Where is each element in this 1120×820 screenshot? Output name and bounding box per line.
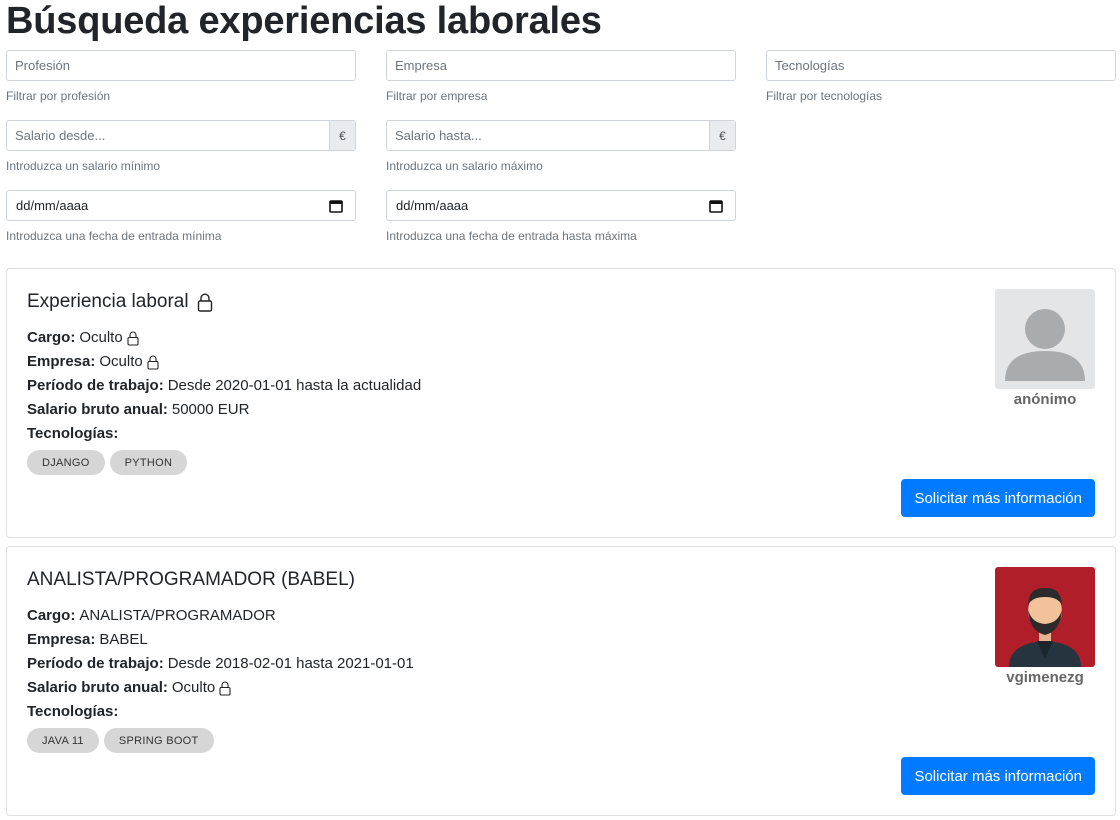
lock-icon xyxy=(197,293,212,312)
salary-to-filter[interactable]: € xyxy=(386,120,736,151)
euro-addon: € xyxy=(329,121,355,150)
default-avatar-icon xyxy=(1005,309,1085,381)
experience-title-text: Experiencia laboral xyxy=(27,291,189,312)
date-from-value[interactable]: dd/mm/aaaa xyxy=(16,191,88,220)
position-label: Cargo: xyxy=(27,329,76,346)
period-label: Período de trabajo: xyxy=(27,377,164,394)
period-label: Período de trabajo: xyxy=(27,655,164,672)
company-filter[interactable] xyxy=(386,50,736,81)
technology-tag: DJANGO xyxy=(27,450,105,475)
request-info-button[interactable]: Solicitar más información xyxy=(901,479,1095,517)
lock-icon xyxy=(147,355,159,370)
technology-tag: JAVA 11 xyxy=(27,728,99,753)
technologies-row: Tecnologías: xyxy=(27,702,118,722)
username: vgimenezg xyxy=(1006,669,1084,686)
salary-value: 50000 EUR xyxy=(171,401,250,418)
page-title: Búsqueda experiencias laborales xyxy=(6,0,602,42)
username: anónimo xyxy=(1013,391,1077,408)
salary-from-input[interactable] xyxy=(7,121,355,150)
technology-tags: JAVA 11 SPRING BOOT xyxy=(27,728,214,753)
date-to-filter[interactable]: dd/mm/aaaa xyxy=(386,190,736,221)
experience-title: Experiencia laboral xyxy=(27,291,213,313)
profession-input[interactable] xyxy=(7,51,355,80)
company-value: Oculto xyxy=(99,353,143,370)
position-value: ANALISTA/PROGRAMADOR xyxy=(79,607,276,624)
technology-tag: PYTHON xyxy=(109,450,188,475)
period-value: Desde 2018-02-01 hasta 2021-01-01 xyxy=(167,655,414,672)
date-from-help: Introduzca una fecha de entrada mínima xyxy=(6,229,222,243)
technology-tag: SPRING BOOT xyxy=(103,728,214,753)
date-to-help: Introduzca una fecha de entrada hasta má… xyxy=(386,229,637,243)
company-input[interactable] xyxy=(387,51,735,80)
date-from-filter[interactable]: dd/mm/aaaa xyxy=(6,190,356,221)
position-row: Cargo: ANALISTA/PROGRAMADOR xyxy=(27,606,276,626)
lock-icon xyxy=(219,681,231,696)
avatar xyxy=(995,289,1095,389)
company-row: Empresa: Oculto xyxy=(27,352,159,372)
period-value: Desde 2020-01-01 hasta la actualidad xyxy=(167,377,422,394)
company-value: BABEL xyxy=(99,631,148,648)
lock-icon xyxy=(127,331,139,346)
company-label: Empresa: xyxy=(27,353,96,370)
company-row: Empresa: BABEL xyxy=(27,630,148,650)
request-info-button[interactable]: Solicitar más información xyxy=(901,757,1095,795)
calendar-icon[interactable] xyxy=(329,199,343,213)
experience-card: Experiencia laboral Cargo: Oculto Empres… xyxy=(6,268,1116,538)
position-value: Oculto xyxy=(79,329,123,346)
company-label: Empresa: xyxy=(27,631,96,648)
period-row: Período de trabajo: Desde 2020-01-01 has… xyxy=(27,376,421,396)
date-to-value[interactable]: dd/mm/aaaa xyxy=(396,191,468,220)
experience-title: ANALISTA/PROGRAMADOR (BABEL) xyxy=(27,569,355,591)
position-row: Cargo: Oculto xyxy=(27,328,139,348)
profession-help: Filtrar por profesión xyxy=(6,89,111,103)
technologies-label: Tecnologías: xyxy=(27,425,119,442)
bearded-man-avatar xyxy=(1009,587,1081,667)
technologies-filter[interactable] xyxy=(766,50,1116,81)
technologies-help: Filtrar por tecnologías xyxy=(766,89,883,103)
salary-to-input[interactable] xyxy=(387,121,735,150)
profession-filter[interactable] xyxy=(6,50,356,81)
salary-row: Salario bruto anual: 50000 EUR xyxy=(27,400,249,420)
technology-tags: DJANGO PYTHON xyxy=(27,450,188,475)
period-row: Período de trabajo: Desde 2018-02-01 has… xyxy=(27,654,414,674)
salary-value: Oculto xyxy=(171,679,216,696)
salary-label: Salario bruto anual: xyxy=(27,401,168,418)
experience-card: ANALISTA/PROGRAMADOR (BABEL) Cargo: ANAL… xyxy=(6,546,1116,816)
company-help: Filtrar por empresa xyxy=(386,89,488,103)
technologies-row: Tecnologías: xyxy=(27,424,118,444)
salary-from-filter[interactable]: € xyxy=(6,120,356,151)
calendar-icon[interactable] xyxy=(709,199,723,213)
technologies-input[interactable] xyxy=(767,51,1115,80)
salary-row: Salario bruto anual: Oculto xyxy=(27,678,231,698)
salary-label: Salario bruto anual: xyxy=(27,679,168,696)
position-label: Cargo: xyxy=(27,607,76,624)
salary-from-help: Introduzca un salario mínimo xyxy=(6,159,161,173)
euro-addon: € xyxy=(709,121,735,150)
technologies-label: Tecnologías: xyxy=(27,703,119,720)
experience-title-text: ANALISTA/PROGRAMADOR (BABEL) xyxy=(27,569,355,590)
avatar xyxy=(995,567,1095,667)
salary-to-help: Introduzca un salario máximo xyxy=(386,159,543,173)
